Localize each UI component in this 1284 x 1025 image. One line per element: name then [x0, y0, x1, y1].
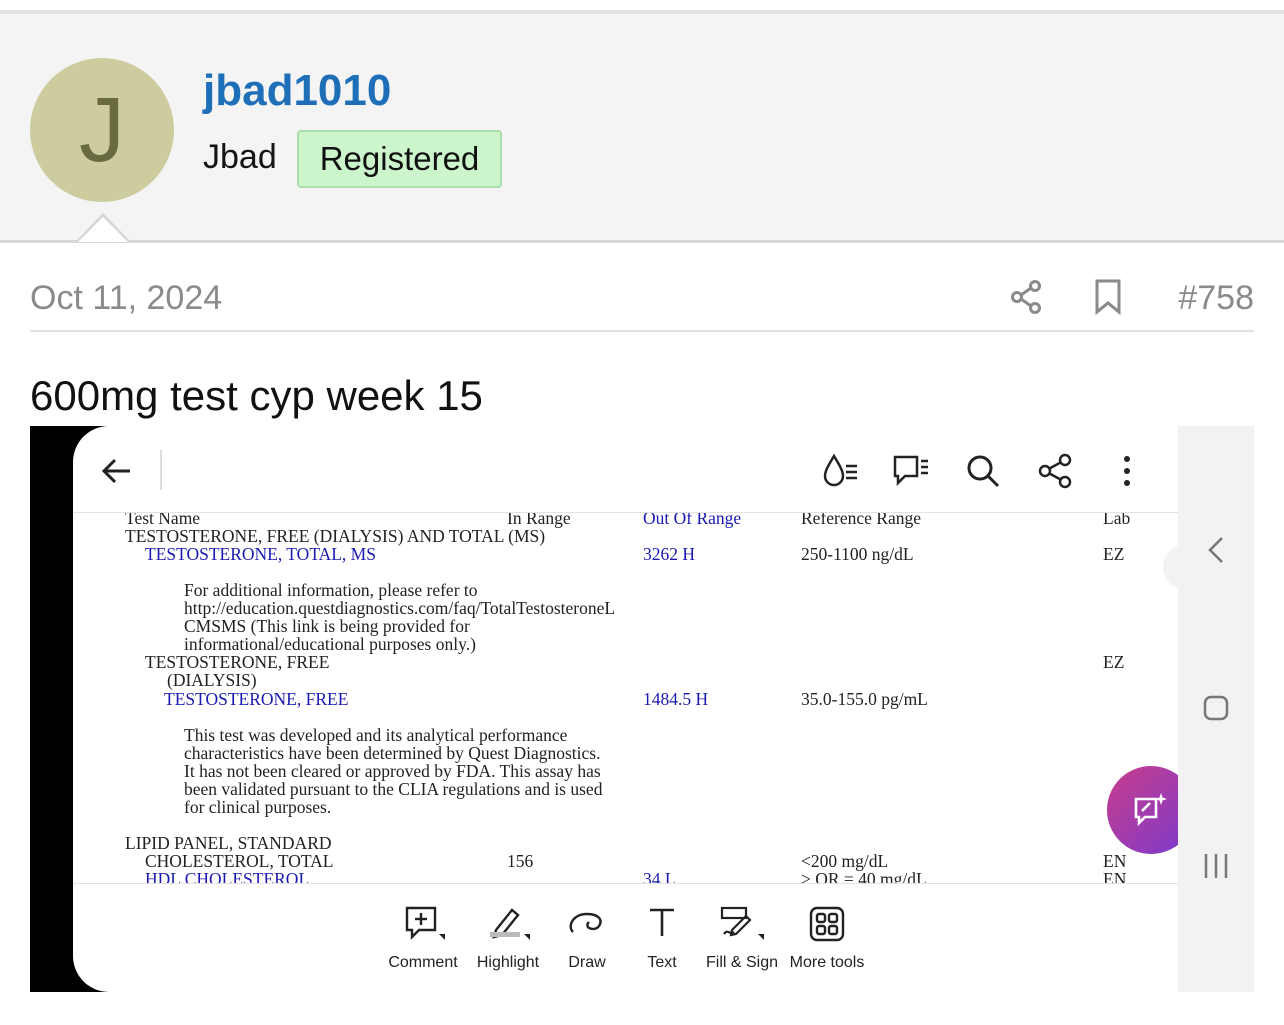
- registered-badge: Registered: [297, 130, 502, 188]
- doc-text: EZ: [1103, 544, 1125, 564]
- bookmark-icon[interactable]: [1093, 279, 1123, 315]
- read-aloud-icon[interactable]: [820, 452, 860, 490]
- ai-assistant-icon: [1134, 793, 1167, 827]
- more-tools-icon: [809, 906, 845, 942]
- highlight-icon: [490, 908, 530, 940]
- nav-recents-icon[interactable]: [1202, 850, 1230, 882]
- doc-text: EN: [1103, 869, 1127, 884]
- doc-text: TESTOSTERONE, FREE: [164, 689, 349, 709]
- doc-text: 250-1100 ng/dL: [801, 544, 914, 564]
- pdf-page[interactable]: Test Name In Range Out Of Range Referenc…: [73, 512, 1178, 884]
- nav-back-icon[interactable]: [1204, 534, 1228, 566]
- doc-text: 3262 H: [643, 544, 696, 564]
- search-icon[interactable]: [963, 452, 1003, 490]
- comment-icon: [405, 906, 445, 940]
- doc-text: for clinical purposes.: [184, 797, 332, 817]
- avatar[interactable]: J: [30, 58, 174, 202]
- doc-text: HDL CHOLESTEROL: [145, 869, 310, 884]
- post-number-link[interactable]: #758: [1178, 279, 1254, 318]
- doc-text: Out Of Range: [643, 512, 742, 528]
- post-body: 600mg test cyp week 15: [30, 372, 483, 419]
- more-vert-icon[interactable]: [1107, 452, 1147, 490]
- pdf-viewer: Test Name In Range Out Of Range Referenc…: [73, 426, 1178, 992]
- text-icon: [650, 908, 674, 936]
- doc-text: 35.0-155.0 pg/mL: [801, 689, 928, 709]
- user-header: J jbad1010 Jbad Registered: [0, 14, 1284, 243]
- doc-text: 156: [507, 851, 534, 871]
- doc-text: 34 L: [643, 869, 676, 884]
- username-link[interactable]: jbad1010: [203, 66, 391, 116]
- back-arrow-icon[interactable]: [100, 454, 134, 488]
- share-icon[interactable]: [1035, 452, 1075, 490]
- user-title: Jbad: [203, 138, 277, 176]
- doc-text: TESTOSTERONE, TOTAL, MS: [145, 544, 376, 564]
- doc-text: Reference Range: [801, 512, 921, 528]
- system-nav-rail: [1178, 426, 1254, 992]
- share-icon[interactable]: [1008, 279, 1044, 315]
- nav-home-icon[interactable]: [1202, 694, 1230, 722]
- doc-text: Lab: [1103, 512, 1131, 528]
- doc-text: 1484.5 H: [643, 689, 709, 709]
- post-date[interactable]: Oct 11, 2024: [30, 279, 222, 318]
- fill-sign-icon: [720, 906, 764, 940]
- doc-text: > OR = 40 mg/dL: [801, 869, 927, 884]
- post-meta: Oct 11, 2024 #758: [30, 270, 1254, 332]
- attached-screenshot[interactable]: Test Name In Range Out Of Range Referenc…: [30, 426, 1254, 992]
- tool-label: More tools: [789, 954, 865, 971]
- doc-text: (DIALYSIS): [167, 670, 257, 690]
- doc-text: EZ: [1103, 652, 1125, 672]
- comments-icon[interactable]: [891, 452, 931, 490]
- draw-icon: [569, 912, 602, 933]
- more-tools-button[interactable]: More tools: [777, 904, 877, 972]
